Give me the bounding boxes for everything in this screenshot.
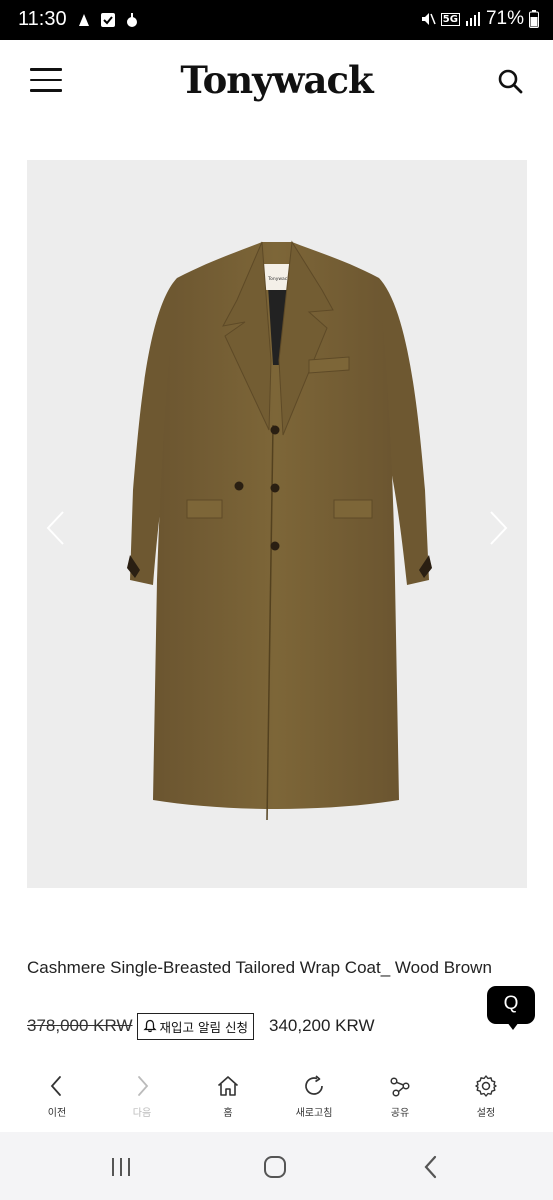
settings-icon	[475, 1075, 497, 1097]
status-time: 11:30	[18, 8, 67, 30]
restock-alert-label: 재입고 알림 신청	[159, 1019, 248, 1035]
recent-apps-icon[interactable]	[108, 1154, 134, 1180]
battery-icon	[529, 10, 539, 28]
toolbar-home-label: 홈	[223, 1108, 233, 1119]
site-header: Tonywack	[0, 40, 553, 125]
refresh-icon	[305, 1075, 323, 1095]
toolbar-back-button[interactable]: 이전	[22, 1074, 92, 1119]
product-title: Cashmere Single-Breasted Tailored Wrap C…	[27, 958, 492, 977]
search-icon[interactable]	[497, 68, 523, 94]
chat-button[interactable]: Q	[487, 986, 535, 1030]
toolbar-refresh-label: 새로고침	[295, 1108, 333, 1119]
network-type: 5G	[440, 12, 460, 26]
upload-notification-icon	[127, 13, 137, 27]
home-icon	[217, 1076, 239, 1096]
signal-icon	[465, 12, 480, 26]
image-next-arrow-icon[interactable]	[485, 510, 511, 546]
toolbar-refresh-button[interactable]: 새로고침	[279, 1074, 349, 1119]
notification-icons	[76, 12, 140, 28]
bell-icon	[142, 1019, 157, 1033]
toolbar-share-label: 공유	[390, 1108, 410, 1119]
browser-toolbar: 이전 다음 홈 새로고침 공유 설정	[0, 1060, 553, 1132]
original-price: 378,000 KRW	[27, 1016, 133, 1035]
chat-icon: Q	[503, 993, 519, 1014]
sale-price: 340,200 KRW	[268, 1016, 375, 1035]
app-notification-icon	[79, 14, 89, 26]
product-image[interactable]: Tonywack	[27, 160, 527, 888]
toolbar-forward-label: 다음	[132, 1108, 152, 1119]
status-bar: 11:30 5G 71%	[0, 0, 553, 40]
mute-icon	[421, 13, 436, 25]
status-right: 5G 71%	[420, 8, 539, 30]
home-nav-icon[interactable]	[262, 1154, 288, 1180]
restock-alert-button[interactable]: 재입고 알림 신청	[136, 1012, 254, 1040]
toolbar-forward-button[interactable]: 다음	[107, 1074, 177, 1119]
system-navigation-bar	[0, 1132, 553, 1200]
toolbar-settings-label: 설정	[476, 1108, 496, 1119]
back-icon	[50, 1076, 61, 1096]
checkbox-notification-icon	[101, 13, 115, 27]
coat-illustration: Tonywack	[127, 240, 432, 821]
site-logo[interactable]: Tonywack	[0, 58, 553, 102]
price-row: 378,000 KRW 재입고 알림 신청 340,200 KRW	[27, 1012, 375, 1040]
toolbar-settings-button[interactable]: 설정	[451, 1074, 521, 1119]
toolbar-back-label: 이전	[47, 1108, 67, 1119]
back-nav-icon[interactable]	[418, 1154, 444, 1180]
svg-text:Tonywack: Tonywack	[267, 276, 290, 282]
forward-icon	[138, 1076, 149, 1096]
battery-percentage: 71%	[485, 8, 524, 29]
toolbar-home-button[interactable]: 홈	[193, 1074, 263, 1119]
share-icon	[390, 1077, 410, 1097]
image-prev-arrow-icon[interactable]	[43, 510, 69, 546]
toolbar-share-button[interactable]: 공유	[365, 1074, 435, 1119]
